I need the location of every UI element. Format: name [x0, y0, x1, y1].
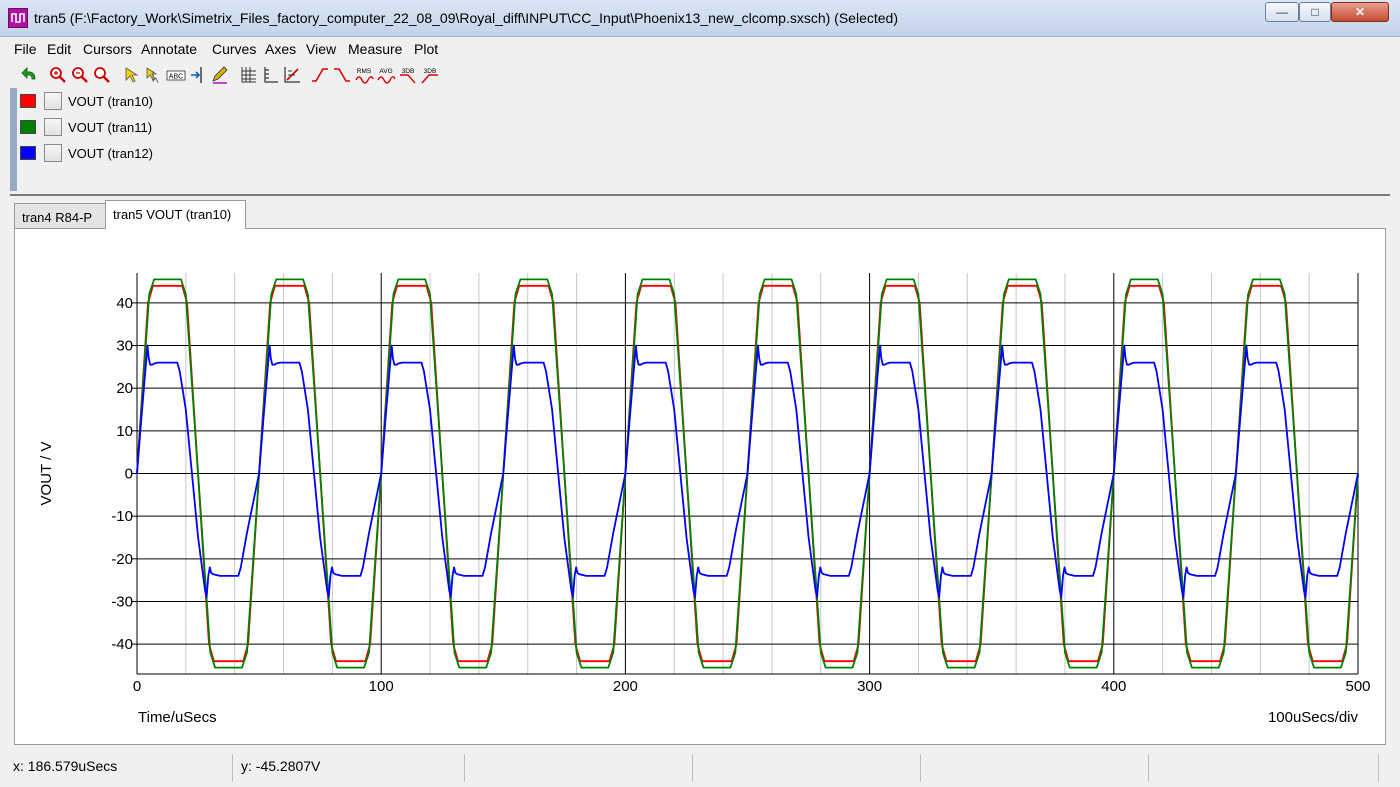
tab-tran5[interactable]: tran5 VOUT (tran10) [105, 200, 246, 229]
tick-label-y: 30 [116, 338, 133, 355]
status-cell [464, 754, 692, 782]
scale-icon[interactable] [282, 65, 302, 85]
legend-item[interactable]: VOUT (tran10) [20, 92, 320, 112]
curve-legend: VOUT (tran10) VOUT (tran11) VOUT (tran12… [10, 88, 1390, 192]
legend-strip [10, 88, 17, 191]
menu-cursors[interactable]: Cursors [83, 41, 132, 57]
menu-annotate[interactable]: Annotate [141, 41, 197, 57]
status-cell [692, 754, 920, 782]
color-swatch [20, 146, 36, 160]
tick-label-y: -40 [111, 636, 133, 653]
app-icon [8, 8, 28, 28]
resize-grip[interactable] [1378, 754, 1400, 782]
legend-label: VOUT (tran10) [68, 94, 154, 109]
cursor-icon[interactable] [122, 65, 142, 85]
tick-label-x: 500 [1345, 678, 1370, 695]
svg-text:RMS: RMS [357, 68, 372, 75]
axis-icon[interactable] [260, 65, 280, 85]
tick-label-y: 10 [116, 423, 133, 440]
legend-label: VOUT (tran11) [68, 120, 153, 135]
svg-text:AVG: AVG [379, 68, 392, 75]
tab-tran4[interactable]: tran4 R84-P [14, 203, 106, 228]
toolbar: ABC RMS AVG 3DB 3DB [10, 62, 1390, 88]
marker-icon[interactable] [188, 65, 208, 85]
average-icon[interactable]: AVG [376, 65, 396, 85]
minimize-button[interactable]: — [1265, 2, 1299, 22]
zoom-full-icon[interactable] [92, 65, 112, 85]
tick-label-x: 100 [369, 678, 394, 695]
label-abc-icon[interactable]: ABC [166, 65, 186, 85]
menu-plot[interactable]: Plot [414, 41, 438, 57]
y-axis-label: VOUT / V [38, 442, 55, 506]
tick-label-y: -10 [111, 508, 133, 525]
tick-label-x: 300 [857, 678, 882, 695]
grid-icon[interactable] [238, 65, 258, 85]
title-bar: tran5 (F:\Factory_Work\Simetrix_Files_fa… [0, 0, 1400, 37]
cursor-pair-icon[interactable] [144, 65, 164, 85]
zoom-in-icon[interactable] [48, 65, 68, 85]
menu-edit[interactable]: Edit [47, 41, 71, 57]
status-cell [1148, 754, 1378, 782]
maximize-button[interactable]: □ [1299, 2, 1331, 22]
menu-view[interactable]: View [306, 41, 336, 57]
menu-curves[interactable]: Curves [212, 41, 256, 57]
legend-label: VOUT (tran12) [68, 146, 154, 161]
menu-axes[interactable]: Axes [265, 41, 296, 57]
svg-text:ABC: ABC [169, 74, 183, 81]
menu-bar: File Edit Cursors Annotate Curves Axes V… [10, 37, 1390, 61]
status-cell [920, 754, 1148, 782]
rms-icon[interactable]: RMS [354, 65, 374, 85]
tick-label-x: 400 [1101, 678, 1126, 695]
menu-file[interactable]: File [14, 41, 37, 57]
curve-checkbox[interactable] [44, 92, 62, 110]
color-swatch [20, 120, 36, 134]
tick-label-x: 0 [133, 678, 141, 695]
tick-label-y: 0 [125, 466, 133, 483]
color-swatch [20, 94, 36, 108]
fall-time-icon[interactable] [332, 65, 352, 85]
3db-low-icon[interactable]: 3DB [398, 65, 418, 85]
status-bar: x: 186.579uSecs y: -45.2807V [0, 751, 1400, 787]
graph-panel[interactable]: -40 -30 -20 -10 0 10 20 30 40 0 100 200 300 400 500 VOU… [14, 228, 1386, 745]
close-button[interactable]: ✕ [1331, 2, 1389, 22]
window-title: tran5 (F:\Factory_Work\Simetrix_Files_fa… [34, 10, 898, 26]
menu-measure[interactable]: Measure [348, 41, 402, 57]
splitter[interactable] [10, 194, 1390, 196]
legend-item[interactable]: VOUT (tran12) [20, 144, 320, 164]
curve-checkbox[interactable] [44, 144, 62, 162]
3db-high-icon[interactable]: 3DB [420, 65, 440, 85]
svg-text:3DB: 3DB [424, 68, 437, 75]
undo-zoom-icon[interactable] [20, 65, 40, 85]
pen-icon[interactable] [210, 65, 230, 85]
status-x-readout: x: 186.579uSecs [13, 758, 118, 774]
rise-time-icon[interactable] [310, 65, 330, 85]
tick-label-y: -20 [111, 551, 133, 568]
tick-label-y: 40 [116, 295, 133, 312]
x-axis-label: Time/uSecs [138, 709, 217, 726]
x-scale-label: 100uSecs/div [1268, 709, 1359, 726]
tick-label-y: 20 [116, 380, 133, 397]
tick-label-y: -30 [111, 593, 133, 610]
legend-item[interactable]: VOUT (tran11) [20, 118, 320, 138]
tick-label-x: 200 [613, 678, 638, 695]
curve-checkbox[interactable] [44, 118, 62, 136]
zoom-out-icon[interactable] [70, 65, 90, 85]
waveform-chart[interactable]: -40-30-20-100102030400 100 200 300 400 500VOU… [15, 229, 1385, 744]
svg-text:3DB: 3DB [402, 68, 415, 75]
status-y-readout: y: -45.2807V [241, 758, 321, 774]
